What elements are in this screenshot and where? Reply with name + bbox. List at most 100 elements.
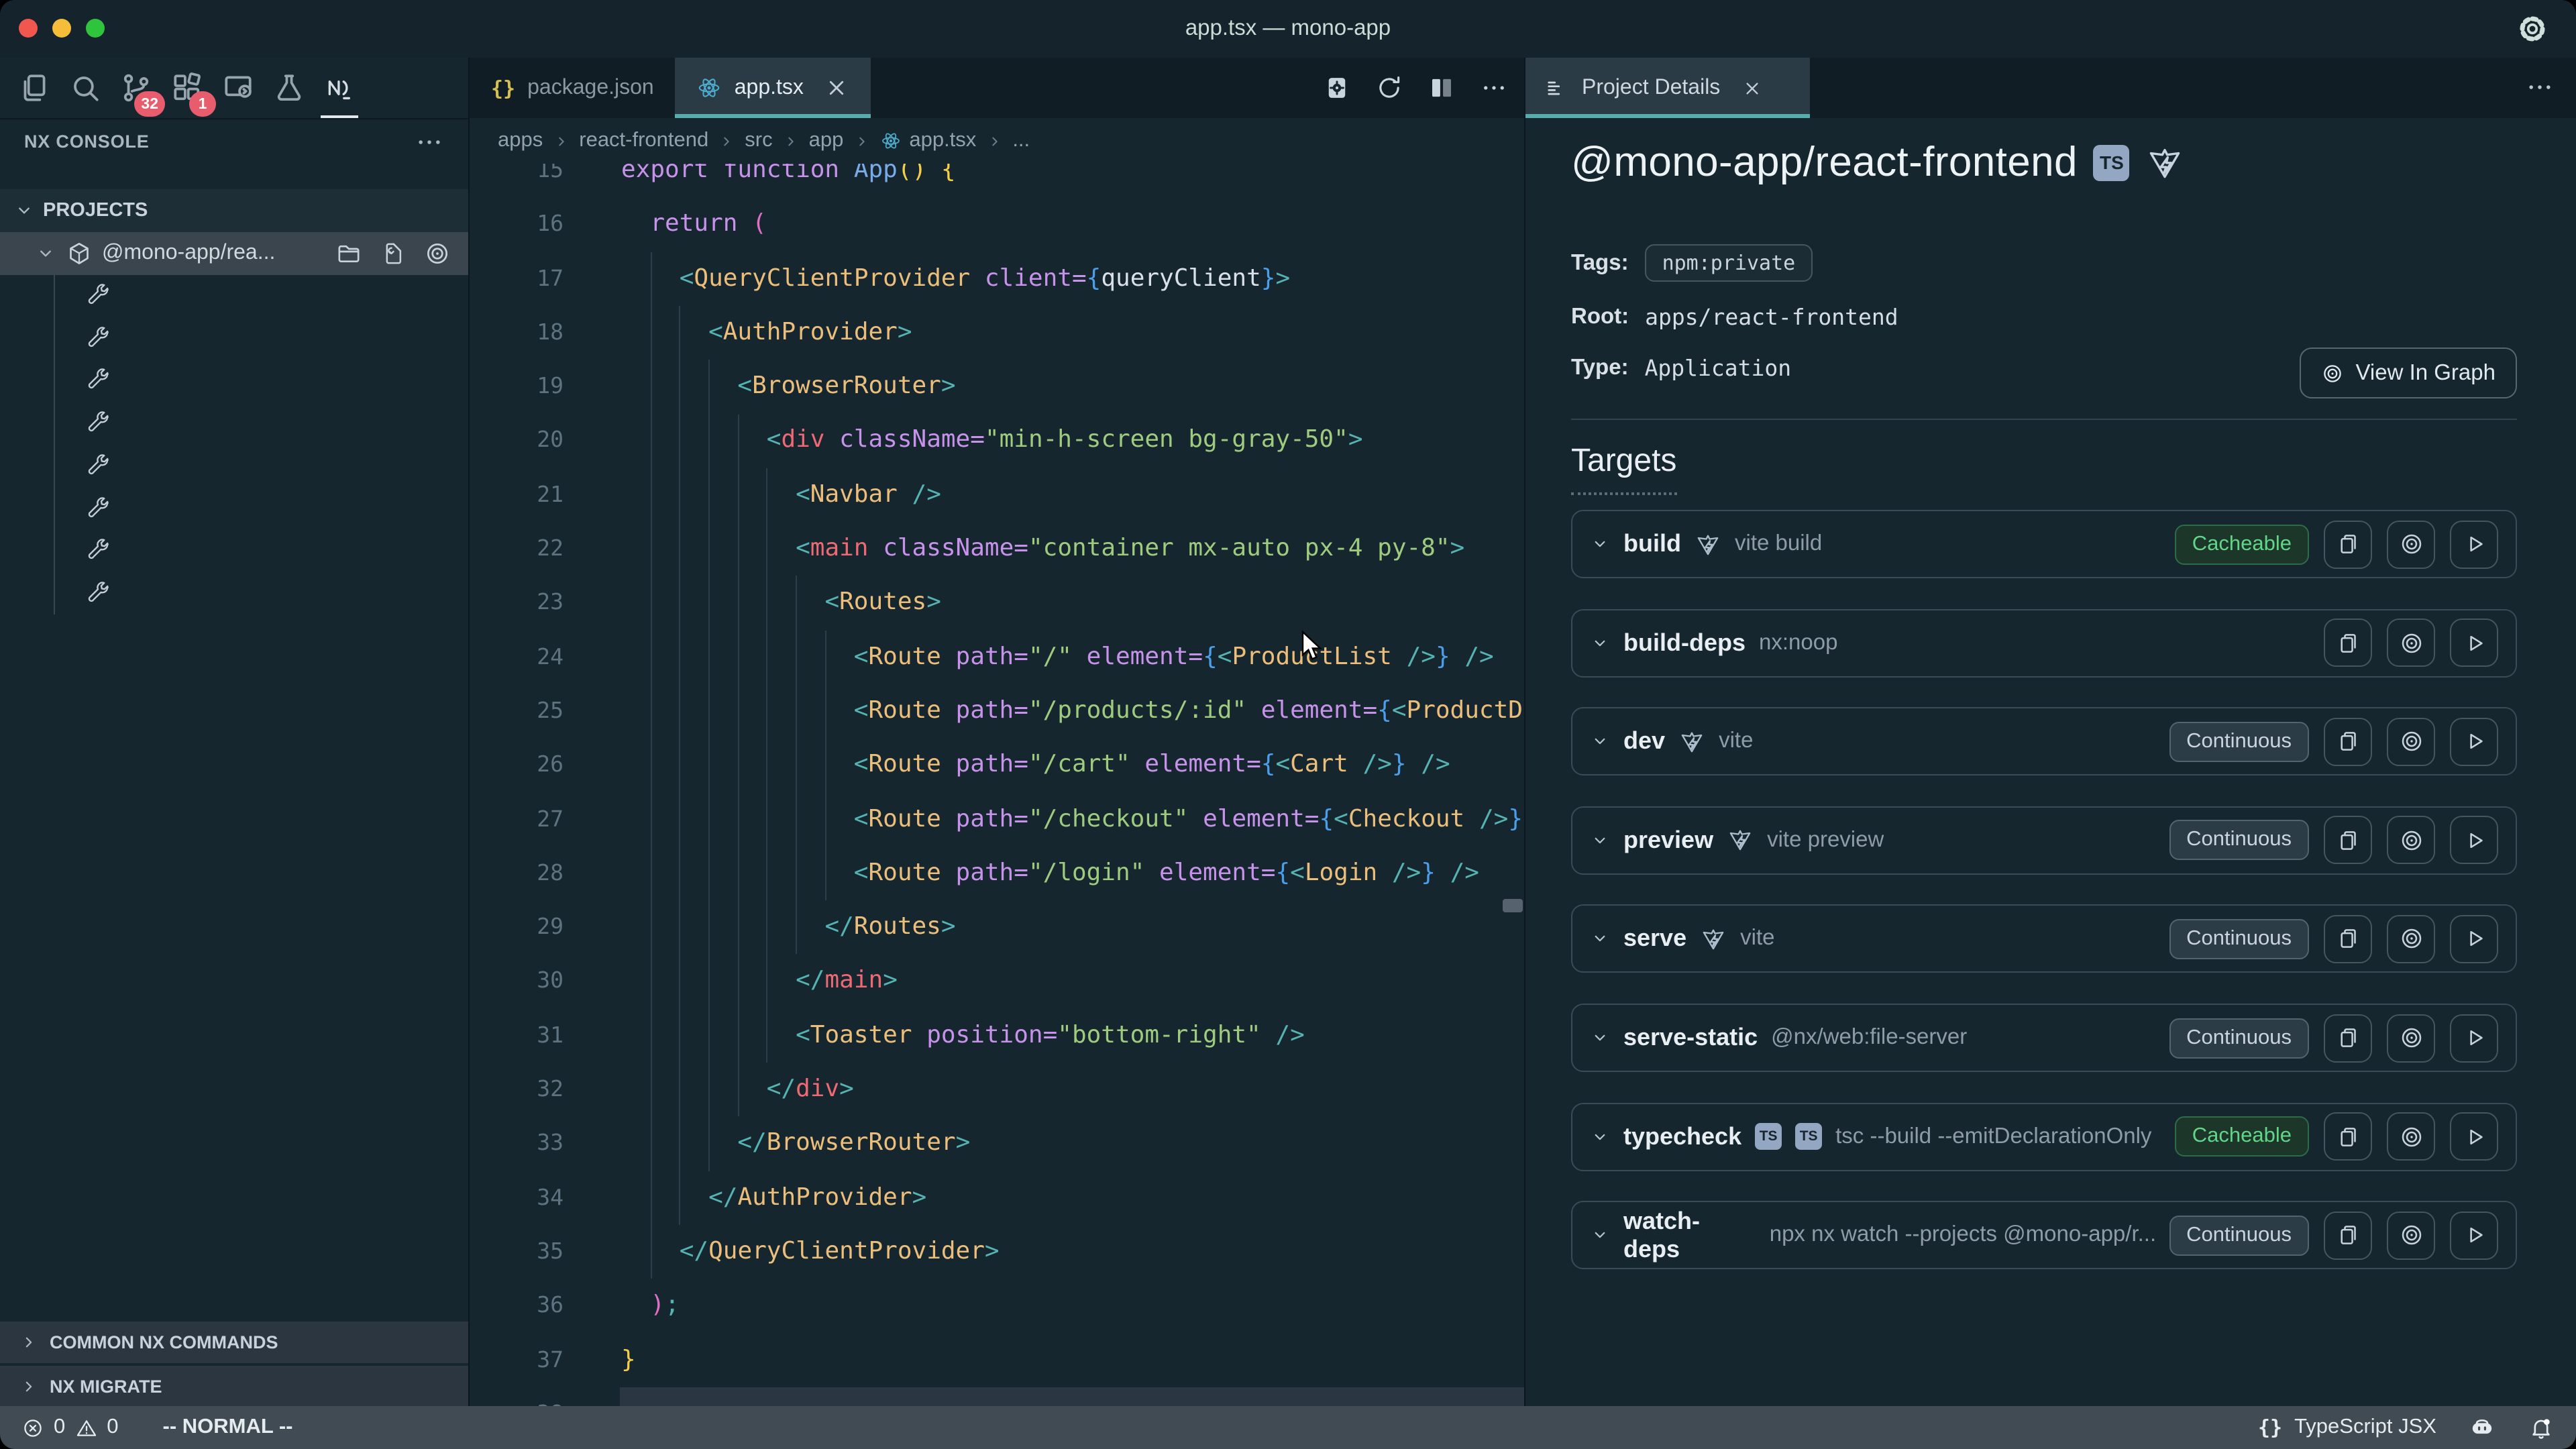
breadcrumb-item[interactable]: app.tsx bbox=[879, 129, 976, 153]
view-in-graph-button[interactable] bbox=[2387, 520, 2435, 568]
breadcrumb-item[interactable]: ... bbox=[1012, 129, 1030, 153]
settings-gear-icon[interactable] bbox=[2516, 12, 2549, 46]
code-line[interactable]: 30 </main> bbox=[470, 955, 1524, 1009]
view-in-graph-button[interactable] bbox=[2387, 915, 2435, 963]
view-in-graph-button[interactable] bbox=[2387, 717, 2435, 765]
copy-button[interactable] bbox=[2324, 1211, 2372, 1259]
chevron-down-icon[interactable] bbox=[1590, 633, 1610, 653]
view-in-graph-button[interactable] bbox=[2387, 1112, 2435, 1161]
close-icon[interactable] bbox=[824, 75, 849, 101]
horizontal-scrollbar[interactable] bbox=[620, 1387, 1524, 1406]
view-in-graph-button[interactable] bbox=[2387, 1014, 2435, 1062]
code-line[interactable]: 17 <QueryClientProvider client={queryCli… bbox=[470, 252, 1524, 306]
tab-app-tsx[interactable]: app.tsx bbox=[676, 58, 871, 118]
view-in-graph-button[interactable] bbox=[2387, 619, 2435, 667]
code-line[interactable]: 16 return ( bbox=[470, 198, 1524, 252]
chevron-down-icon[interactable] bbox=[1590, 830, 1610, 851]
chevron-down-icon[interactable] bbox=[1590, 1225, 1610, 1245]
code-line[interactable]: 24 <Route path="/" element={<ProductList… bbox=[470, 630, 1524, 684]
chevron-down-icon[interactable] bbox=[1590, 1126, 1610, 1146]
error-count[interactable]: 0 bbox=[54, 1415, 65, 1440]
run-target-button[interactable] bbox=[2450, 1014, 2498, 1062]
code-line[interactable]: 23 <Routes> bbox=[470, 576, 1524, 631]
warning-icon[interactable] bbox=[74, 1416, 97, 1439]
bell-icon[interactable] bbox=[2528, 1414, 2555, 1441]
copy-button[interactable] bbox=[2324, 1112, 2372, 1161]
code-line[interactable]: 26 <Route path="/cart" element={<Cart />… bbox=[470, 739, 1524, 793]
run-target-button[interactable] bbox=[2450, 717, 2498, 765]
language-selector[interactable]: {} TypeScript JSX bbox=[2258, 1415, 2436, 1440]
chevron-down-icon[interactable] bbox=[1590, 1028, 1610, 1048]
refresh-icon[interactable] bbox=[1375, 74, 1403, 102]
sidebar-target-build-deps[interactable]: build-deps bbox=[0, 530, 470, 572]
code-line[interactable]: 34 </AuthProvider> bbox=[470, 1171, 1524, 1225]
view-in-graph-button[interactable] bbox=[2387, 816, 2435, 865]
code-line[interactable]: 35 </QueryClientProvider> bbox=[470, 1225, 1524, 1279]
projects-section-header[interactable]: PROJECTS bbox=[0, 189, 470, 231]
activity-item-testing[interactable] bbox=[263, 58, 314, 118]
sidebar-target-watch-deps[interactable]: watch-deps bbox=[0, 572, 470, 614]
run-target-button[interactable] bbox=[2450, 1211, 2498, 1259]
copy-button[interactable] bbox=[2324, 816, 2372, 865]
code-line[interactable]: 33 </BrowserRouter> bbox=[470, 1117, 1524, 1171]
chevron-down-icon[interactable] bbox=[1590, 534, 1610, 554]
code-line[interactable]: 28 <Route path="/login" element={<Login … bbox=[470, 847, 1524, 901]
copy-button[interactable] bbox=[2324, 717, 2372, 765]
more-actions-icon[interactable] bbox=[415, 127, 444, 156]
view-in-graph-button[interactable] bbox=[2387, 1211, 2435, 1259]
scrollbar-thumb[interactable] bbox=[1503, 899, 1523, 912]
error-icon[interactable] bbox=[21, 1416, 44, 1439]
breadcrumb-item[interactable]: react-frontend bbox=[579, 129, 708, 153]
code-line[interactable]: 37} bbox=[470, 1333, 1524, 1387]
maximize-window-button[interactable] bbox=[86, 19, 105, 38]
copy-button[interactable] bbox=[2324, 1014, 2372, 1062]
activity-item-explorer[interactable] bbox=[8, 58, 59, 118]
activity-item-source-control[interactable]: 32 bbox=[110, 58, 161, 118]
code-line[interactable]: 21 <Navbar /> bbox=[470, 468, 1524, 523]
sidebar-section-common-nx-commands[interactable]: COMMON NX COMMANDS bbox=[0, 1322, 470, 1363]
copy-button[interactable] bbox=[2324, 619, 2372, 667]
code-line[interactable]: 15export function App() { bbox=[470, 164, 1524, 198]
sidebar-target-typecheck[interactable]: typecheck bbox=[0, 274, 470, 317]
activity-item-extensions[interactable]: 1 bbox=[161, 58, 212, 118]
code-line[interactable]: 19 <BrowserRouter> bbox=[470, 360, 1524, 414]
run-target-button[interactable] bbox=[2450, 816, 2498, 865]
copy-button[interactable] bbox=[2324, 520, 2372, 568]
code-line[interactable]: 22 <main className="container mx-auto px… bbox=[470, 522, 1524, 576]
breadcrumb-item[interactable]: app bbox=[809, 129, 844, 153]
code-line[interactable]: 25 <Route path="/products/:id" element={… bbox=[470, 684, 1524, 739]
run-target-button[interactable] bbox=[2450, 915, 2498, 963]
minimize-window-button[interactable] bbox=[52, 19, 71, 38]
activity-item-remote[interactable] bbox=[212, 58, 263, 118]
code-line[interactable]: 18 <AuthProvider> bbox=[470, 306, 1524, 360]
warning-count[interactable]: 0 bbox=[107, 1415, 118, 1440]
run-target-button[interactable] bbox=[2450, 619, 2498, 667]
run-target-button[interactable] bbox=[2450, 520, 2498, 568]
more-actions-icon[interactable] bbox=[1480, 74, 1508, 102]
run-target-icon[interactable] bbox=[1323, 74, 1351, 102]
split-editor-icon[interactable] bbox=[1428, 74, 1456, 102]
breadcrumb-item[interactable]: apps bbox=[498, 129, 543, 153]
project-tree-item[interactable]: @mono-app/rea... bbox=[0, 232, 470, 274]
breadcrumb-item[interactable]: src bbox=[745, 129, 772, 153]
sidebar-target-build[interactable]: build bbox=[0, 317, 470, 360]
more-actions-icon[interactable] bbox=[2525, 72, 2555, 102]
code-line[interactable]: 20 <div className="min-h-screen bg-gray-… bbox=[470, 414, 1524, 468]
code-line[interactable]: 31 <Toaster position="bottom-right" /> bbox=[470, 1009, 1524, 1063]
copilot-icon[interactable] bbox=[2469, 1414, 2496, 1441]
code-line[interactable]: 36 ); bbox=[470, 1279, 1524, 1333]
sidebar-target-preview[interactable]: preview bbox=[0, 445, 470, 487]
code-editor[interactable]: 15export function App() {16 return (17 <… bbox=[470, 164, 1524, 1406]
code-line[interactable]: 29 </Routes> bbox=[470, 900, 1524, 955]
sidebar-target-dev[interactable]: dev bbox=[0, 402, 470, 445]
activity-item-search[interactable] bbox=[59, 58, 110, 118]
target-icon[interactable] bbox=[424, 240, 451, 267]
sidebar-section-nx-migrate[interactable]: NX MIGRATE bbox=[0, 1365, 470, 1406]
sidebar-target-serve[interactable]: serve bbox=[0, 360, 470, 402]
tab-package-json[interactable]: {}package.json bbox=[470, 58, 676, 118]
folder-icon[interactable] bbox=[335, 240, 362, 267]
close-window-button[interactable] bbox=[19, 19, 38, 38]
chevron-down-icon[interactable] bbox=[1590, 731, 1610, 751]
sidebar-target-serve-static[interactable]: serve-static bbox=[0, 487, 470, 529]
code-line[interactable]: 32 </div> bbox=[470, 1063, 1524, 1117]
